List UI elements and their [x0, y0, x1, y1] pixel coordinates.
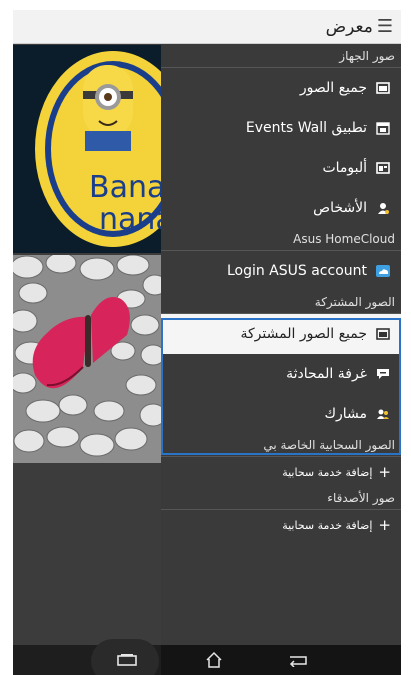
- drawer-item-all-photos[interactable]: جميع الصور: [161, 68, 401, 108]
- gallery-screen: ☰ معرض Banana nana: [13, 10, 401, 675]
- drawer-item-label: تطبيق Events Wall: [245, 120, 367, 136]
- cloud-icon: [375, 263, 391, 279]
- plus-icon: +: [378, 463, 391, 481]
- menu-icon[interactable]: ☰: [377, 16, 393, 37]
- app-bar: ☰ معرض: [13, 10, 401, 44]
- drawer-item-add-friend-cloud[interactable]: + إضافة خدمة سحابية: [161, 510, 401, 540]
- banana-text-line2: nana: [99, 202, 161, 237]
- cloud-section-header: Asus HomeCloud: [161, 228, 401, 251]
- banana-text-line1: Banana: [89, 170, 161, 205]
- drawer-item-login-asus[interactable]: Login ASUS account: [161, 251, 401, 291]
- events-wall-icon: [375, 120, 391, 136]
- drawer-item-events-wall[interactable]: تطبيق Events Wall: [161, 108, 401, 148]
- drawer-item-label: الأشخاص: [313, 200, 367, 216]
- albums-icon: [375, 160, 391, 176]
- drawer-item-people[interactable]: الأشخاص: [161, 188, 401, 228]
- drawer-item-add-cloud-service[interactable]: + إضافة خدمة سحابية: [161, 457, 401, 487]
- thumbnail-minion-logo[interactable]: Banana nana: [13, 45, 161, 253]
- thumbnail-grid: Banana nana: [13, 45, 161, 645]
- device-section-header: صور الجهاز: [161, 45, 401, 68]
- navigation-drawer: صور الجهاز جميع الصور تطبيق Events Wall …: [161, 45, 401, 645]
- drawer-item-all-shared-photos[interactable]: جميع الصور المشتركة: [161, 314, 401, 354]
- photos-icon: [375, 326, 391, 342]
- drawer-item-label: مشارك: [324, 406, 367, 422]
- app-title: معرض: [325, 16, 373, 37]
- drawer-item-chat-room[interactable]: غرفة المحادثة: [161, 354, 401, 394]
- minion-logo-image: Banana nana: [13, 45, 161, 253]
- drawer-item-label: إضافة خدمة سحابية: [282, 518, 373, 532]
- plus-icon: +: [378, 516, 391, 534]
- drawer-item-label: غرفة المحادثة: [286, 366, 367, 382]
- home-icon[interactable]: [203, 651, 225, 669]
- drawer-item-participant[interactable]: مشارك: [161, 394, 401, 434]
- drawer-item-albums[interactable]: ألبومات: [161, 148, 401, 188]
- system-nav-bar: [13, 639, 401, 675]
- shared-section-header: الصور المشتركة: [161, 291, 401, 314]
- people-icon: [375, 406, 391, 422]
- person-icon: [375, 200, 391, 216]
- butterfly-image: [13, 255, 161, 463]
- drawer-item-label: جميع الصور: [299, 80, 367, 96]
- drawer-item-label: Login ASUS account: [226, 263, 367, 279]
- back-icon[interactable]: [285, 651, 311, 669]
- drawer-item-label: جميع الصور المشتركة: [240, 326, 367, 342]
- drawer-item-label: ألبومات: [322, 160, 367, 176]
- chat-icon: [375, 366, 391, 382]
- drawer-item-label: إضافة خدمة سحابية: [282, 465, 373, 479]
- photos-icon: [375, 80, 391, 96]
- thumbnail-butterfly[interactable]: [13, 255, 161, 463]
- friends-section-header: صور الأصدقاء: [161, 487, 401, 510]
- my-cloud-section-header: الصور السحابية الخاصة بي: [161, 434, 401, 457]
- recent-apps-icon[interactable]: [115, 651, 139, 669]
